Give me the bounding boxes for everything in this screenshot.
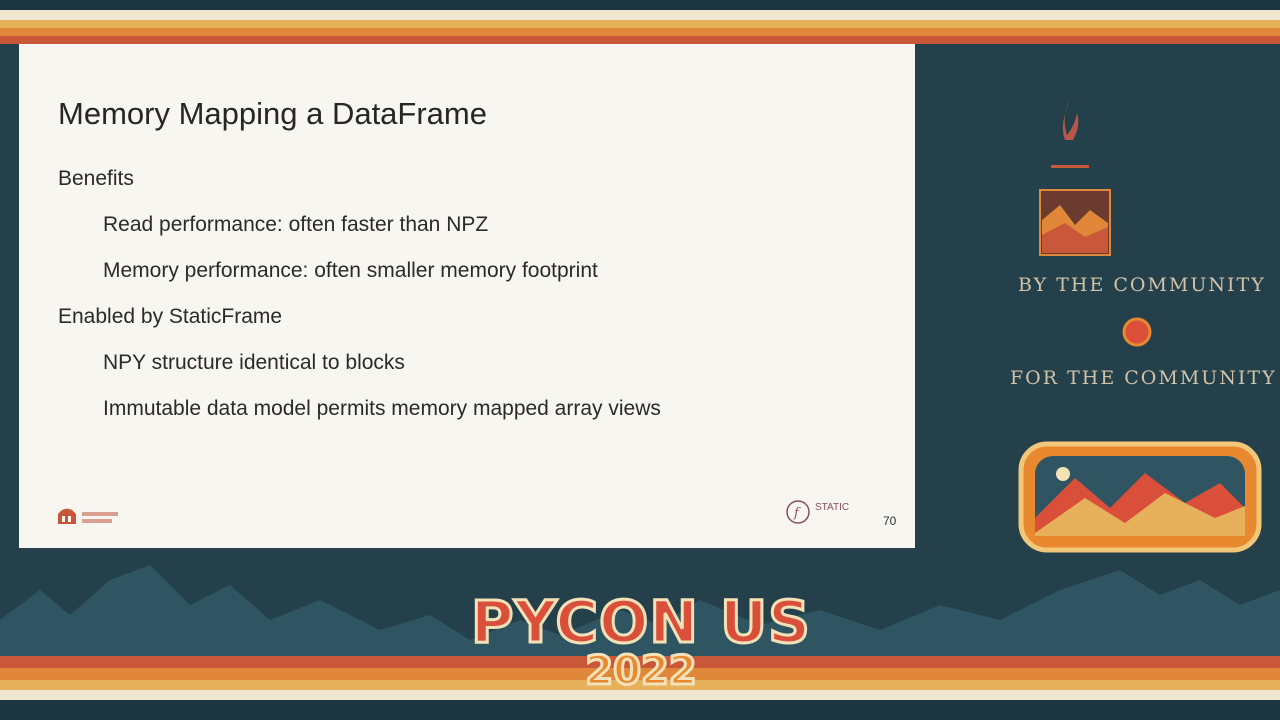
bottom-stripe-dark bbox=[0, 700, 1280, 720]
presentation-slide: Memory Mapping a DataFrame Benefits Read… bbox=[19, 44, 915, 548]
bullet-npy-structure: NPY structure identical to blocks bbox=[103, 351, 405, 374]
torch-emblem-icon bbox=[1039, 100, 1111, 256]
svg-text:f: f bbox=[793, 506, 801, 521]
company-logo-icon bbox=[56, 504, 122, 533]
slide-title: Memory Mapping a DataFrame bbox=[58, 96, 487, 131]
top-stripe-red bbox=[0, 36, 1280, 44]
for-the-community-label: FOR THE COMMUNITY bbox=[1010, 367, 1277, 389]
bullet-immutable-model: Immutable data model permits memory mapp… bbox=[103, 397, 661, 420]
bullet-benefits: Benefits bbox=[58, 167, 134, 190]
for-the-community-text: FOR THE COMMUNITY bbox=[1010, 367, 1277, 389]
pycon-title: PYCON US bbox=[470, 587, 812, 658]
top-stripe-dark bbox=[0, 0, 1280, 10]
pycon-year: 2022 bbox=[584, 647, 698, 696]
bullet-enabled-by: Enabled by StaticFrame bbox=[58, 305, 283, 328]
circle-dot-icon bbox=[1122, 317, 1152, 347]
top-stripe-yellow bbox=[0, 20, 1280, 28]
staticframe-logo-icon: f bbox=[786, 500, 810, 524]
by-the-community-text: BY THE COMMUNITY bbox=[1018, 274, 1266, 296]
slide-page-number: 70 bbox=[883, 514, 897, 528]
snake-mountain-emblem-icon bbox=[1018, 441, 1262, 553]
bullet-memory-performance: Memory performance: often smaller memory… bbox=[103, 259, 598, 282]
top-stripe-orange bbox=[0, 28, 1280, 36]
staticframe-logo: f STATIC bbox=[785, 498, 849, 531]
bullet-read-performance: Read performance: often faster than NPZ bbox=[103, 213, 489, 236]
staticframe-logo-text: STATIC bbox=[815, 502, 850, 513]
top-stripe-cream bbox=[0, 10, 1280, 20]
